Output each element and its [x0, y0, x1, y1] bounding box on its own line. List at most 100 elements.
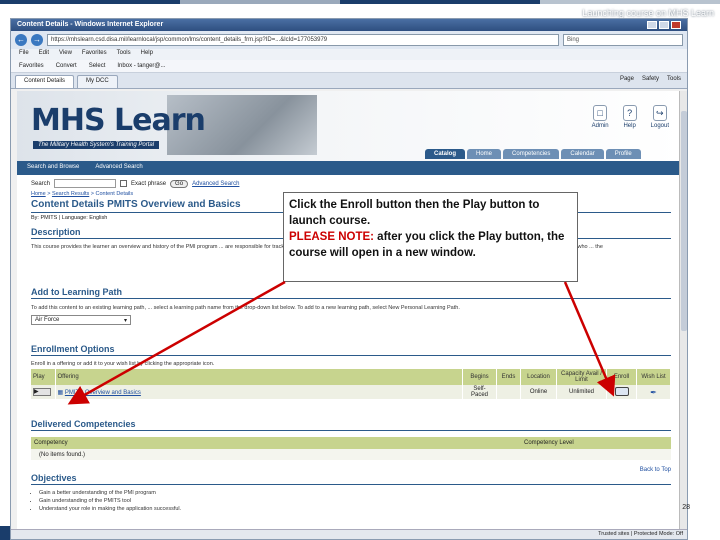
url-field[interactable]: https://mhslearn.csd.disa.mil/learnlocal…	[47, 34, 559, 46]
forward-icon[interactable]: →	[31, 34, 43, 46]
cell-ends	[496, 385, 521, 399]
breadcrumb-home[interactable]: Home	[31, 191, 46, 197]
back-to-top-link[interactable]: Back to Top	[640, 467, 671, 473]
back-icon[interactable]: ←	[15, 34, 27, 46]
site-banner: MHS Learn The Military Health System's T…	[17, 91, 683, 169]
search-input[interactable]	[54, 179, 117, 188]
enrollment-table: Play Offering Begins Ends Location Capac…	[31, 369, 671, 399]
browser-search-input[interactable]: Bing	[563, 34, 683, 46]
site-tabs: Catalog Home Competencies Calendar Profi…	[425, 149, 641, 159]
select-button[interactable]: Select	[89, 63, 106, 69]
tab-profile[interactable]: Profile	[605, 149, 641, 159]
list-item: Understand your role in making the appli…	[39, 505, 181, 513]
col-offering: Offering	[55, 369, 463, 385]
offering-link[interactable]: PMITS Overview and Basics	[65, 390, 141, 396]
menu-favorites[interactable]: Favorites	[82, 50, 107, 59]
help-link[interactable]: ? Help	[622, 105, 637, 129]
search-label: Search	[31, 180, 51, 187]
favorites-button[interactable]: Favorites	[19, 63, 44, 69]
browser-titlebar: Content Details - Windows Internet Explo…	[11, 19, 687, 31]
learning-path-heading: Add to Learning Path	[31, 287, 122, 297]
learning-path-select[interactable]: Air Force ▾	[31, 315, 131, 325]
learning-path-divider	[31, 298, 671, 299]
cell-capacity: Unlimited	[556, 385, 607, 399]
tab-home[interactable]: Home	[467, 149, 502, 159]
menu-tools[interactable]: Tools	[117, 50, 131, 59]
subnav-search-browse[interactable]: Search and Browse	[27, 164, 79, 172]
enrollment-text: Enroll in a offering or add it to your w…	[31, 361, 215, 367]
safety-menu[interactable]: Safety	[642, 76, 659, 82]
col-capacity: Capacity Avail / Limit	[556, 369, 607, 385]
learning-path-selected: Air Force	[35, 317, 60, 323]
cell-begins: Self-Paced	[462, 385, 497, 399]
competencies-divider	[31, 430, 671, 431]
page-scrollbar[interactable]	[679, 91, 687, 531]
learning-path-text: To add this content to an existing learn…	[31, 305, 460, 311]
play-button[interactable]: ▶	[33, 388, 51, 396]
menu-view[interactable]: View	[59, 50, 72, 59]
advanced-search-link[interactable]: Advanced Search	[192, 181, 239, 187]
enrollment-header-row: Play Offering Begins Ends Location Capac…	[31, 369, 671, 385]
breadcrumb-search-results[interactable]: Search Results	[52, 191, 89, 197]
col-play: Play	[31, 369, 56, 385]
objectives-heading: Objectives	[31, 473, 77, 483]
favorite-inbox-link[interactable]: Inbox - tanger@...	[117, 63, 165, 69]
tools-menu[interactable]: Tools	[667, 76, 681, 82]
wish-list-icon[interactable]: ✒	[650, 388, 657, 397]
admin-link[interactable]: □ Admin	[592, 105, 609, 129]
chevron-down-icon: ▾	[123, 318, 127, 324]
col-competency: Competency	[31, 437, 521, 449]
enrollment-divider	[31, 355, 671, 356]
top-links: □ Admin ? Help ↪ Logout	[592, 105, 669, 129]
page-menu[interactable]: Page	[620, 76, 634, 82]
menu-bar: File Edit View Favorites Tools Help	[11, 49, 687, 60]
exact-phrase-label: Exact phrase	[131, 180, 167, 187]
col-wish-list: Wish List	[636, 369, 671, 385]
menu-file[interactable]: File	[19, 50, 29, 59]
browser-tab-my-dcc[interactable]: My DCC	[77, 75, 118, 88]
logout-link[interactable]: ↪ Logout	[651, 105, 669, 129]
breadcrumb: Home > Search Results > Content Details	[31, 191, 134, 197]
callout-note-label: PLEASE NOTE:	[289, 231, 374, 243]
page-viewport: MHS Learn The Military Health System's T…	[17, 91, 683, 531]
tab-competencies[interactable]: Competencies	[503, 149, 560, 159]
tab-calendar[interactable]: Calendar	[561, 149, 604, 159]
site-tagline: The Military Health System's Training Po…	[33, 141, 160, 149]
close-icon[interactable]	[671, 21, 681, 29]
objectives-divider	[31, 484, 671, 485]
browser-tab-bar: Content Details My DCC Page Safety Tools	[11, 73, 687, 89]
list-item: Gain understanding of the PMITS tool	[39, 497, 181, 505]
menu-help[interactable]: Help	[141, 50, 153, 59]
command-bar: Page Safety Tools	[620, 76, 681, 82]
col-location: Location	[520, 369, 557, 385]
col-competency-level: Competency Level	[521, 437, 671, 449]
help-icon: ?	[622, 105, 637, 121]
browser-tab-content-details[interactable]: Content Details	[15, 75, 75, 88]
exact-phrase-checkbox[interactable]	[120, 180, 128, 187]
address-bar: ← → https://mhslearn.csd.disa.mil/learnl…	[11, 31, 687, 49]
callout-instruction: Click the Enroll button then the Play bu…	[289, 199, 540, 227]
favorites-bar: Favorites Convert Select Inbox - tanger@…	[11, 60, 687, 73]
status-bar: Trusted sites | Protected Mode: Off	[11, 529, 687, 539]
tab-catalog[interactable]: Catalog	[425, 149, 466, 159]
admin-link-label: Admin	[591, 123, 609, 129]
subnav-advanced-search[interactable]: Advanced Search	[95, 164, 142, 172]
status-text: Trusted sites | Protected Mode: Off	[598, 531, 683, 537]
maximize-icon[interactable]	[659, 21, 669, 29]
help-link-label: Help	[623, 123, 636, 129]
col-ends: Ends	[496, 369, 521, 385]
minimize-icon[interactable]	[647, 21, 657, 29]
page-title-prefix: Content Details	[31, 199, 105, 210]
col-enroll: Enroll	[606, 369, 637, 385]
site-logo[interactable]: MHS Learn	[31, 103, 206, 138]
admin-icon: □	[593, 105, 608, 121]
convert-button[interactable]: Convert	[56, 63, 77, 69]
search-row: Search Exact phrase Go Advanced Search	[31, 179, 239, 188]
menu-edit[interactable]: Edit	[39, 50, 49, 59]
scrollbar-thumb[interactable]	[681, 111, 687, 331]
cell-location: Online	[520, 385, 557, 399]
competency-header-row: Competency Competency Level	[31, 437, 671, 449]
go-button[interactable]: Go	[170, 179, 189, 188]
enroll-icon[interactable]	[614, 386, 629, 396]
objectives-list: Gain a better understanding of the PMI p…	[39, 489, 181, 513]
